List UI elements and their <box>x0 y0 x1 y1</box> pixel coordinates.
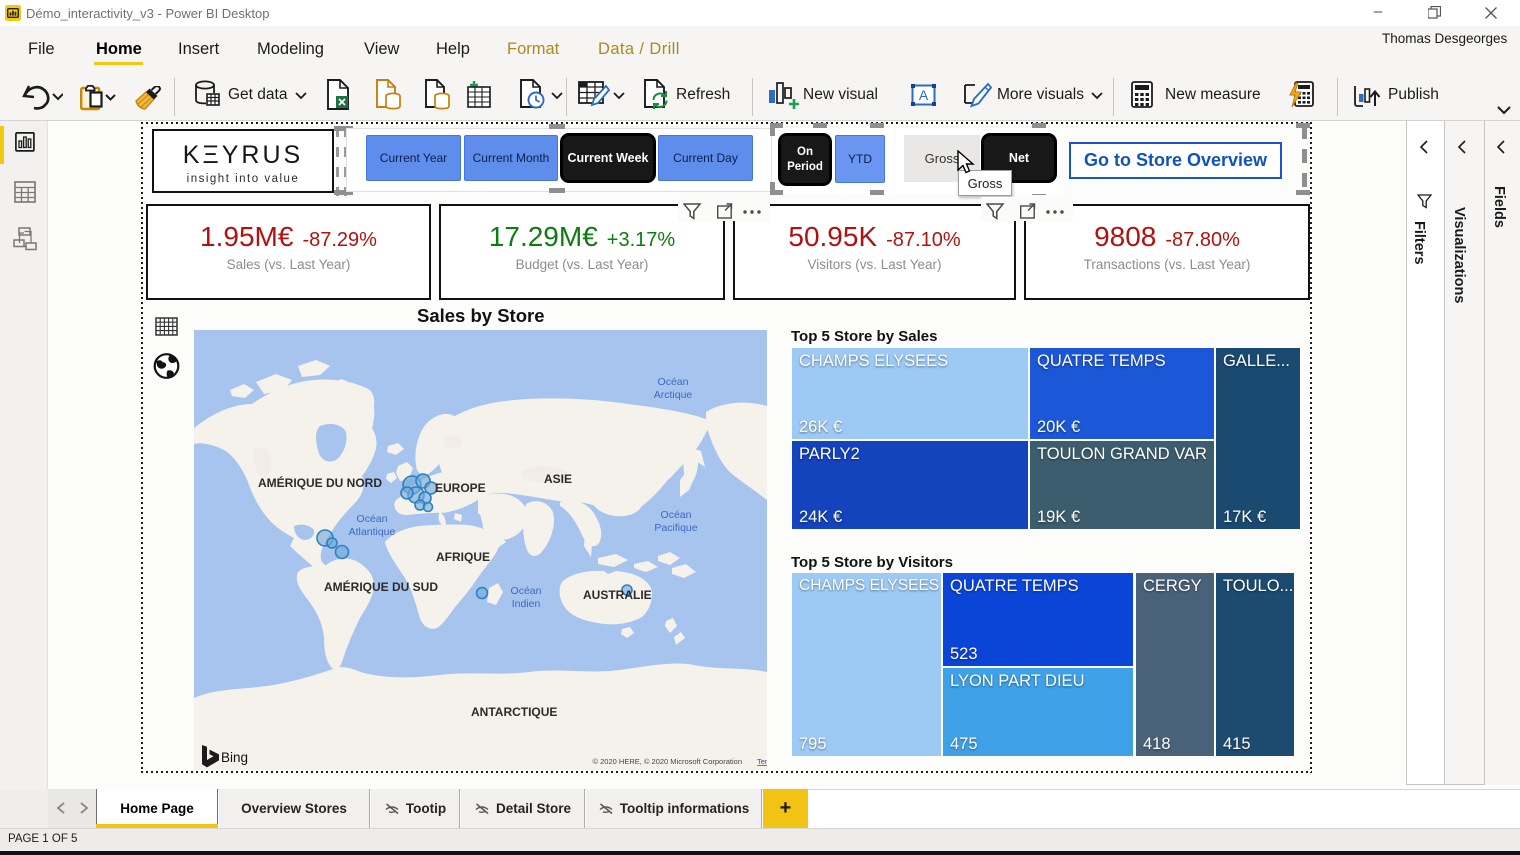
svg-text:© 2020 HERE, © 2020 Microsoft: © 2020 HERE, © 2020 Microsoft Corporatio… <box>593 757 742 766</box>
svg-text:Océan: Océan <box>661 509 692 521</box>
svg-text:Arctique: Arctique <box>654 389 693 401</box>
svg-text:Indien: Indien <box>512 598 541 610</box>
svg-text:Océan: Océan <box>357 513 388 525</box>
svg-text:AMÉRIQUE DU SUD: AMÉRIQUE DU SUD <box>324 579 438 594</box>
svg-text:ANTARCTIQUE: ANTARCTIQUE <box>471 705 557 719</box>
svg-text:Atlantique: Atlantique <box>349 526 396 538</box>
svg-text:Bing: Bing <box>221 750 248 765</box>
svg-text:Océan: Océan <box>511 585 542 597</box>
svg-text:Pacifique: Pacifique <box>654 522 697 534</box>
svg-text:AUSTRALIE: AUSTRALIE <box>583 588 652 602</box>
svg-text:Océan: Océan <box>658 376 689 388</box>
svg-text:Terms: Terms <box>757 757 767 766</box>
svg-text:EUROPE: EUROPE <box>435 481 486 495</box>
svg-text:AFRIQUE: AFRIQUE <box>436 550 490 564</box>
svg-text:A: A <box>919 87 929 103</box>
svg-text:ASIE: ASIE <box>544 472 572 486</box>
svg-text:AMÉRIQUE DU NORD: AMÉRIQUE DU NORD <box>258 475 382 490</box>
